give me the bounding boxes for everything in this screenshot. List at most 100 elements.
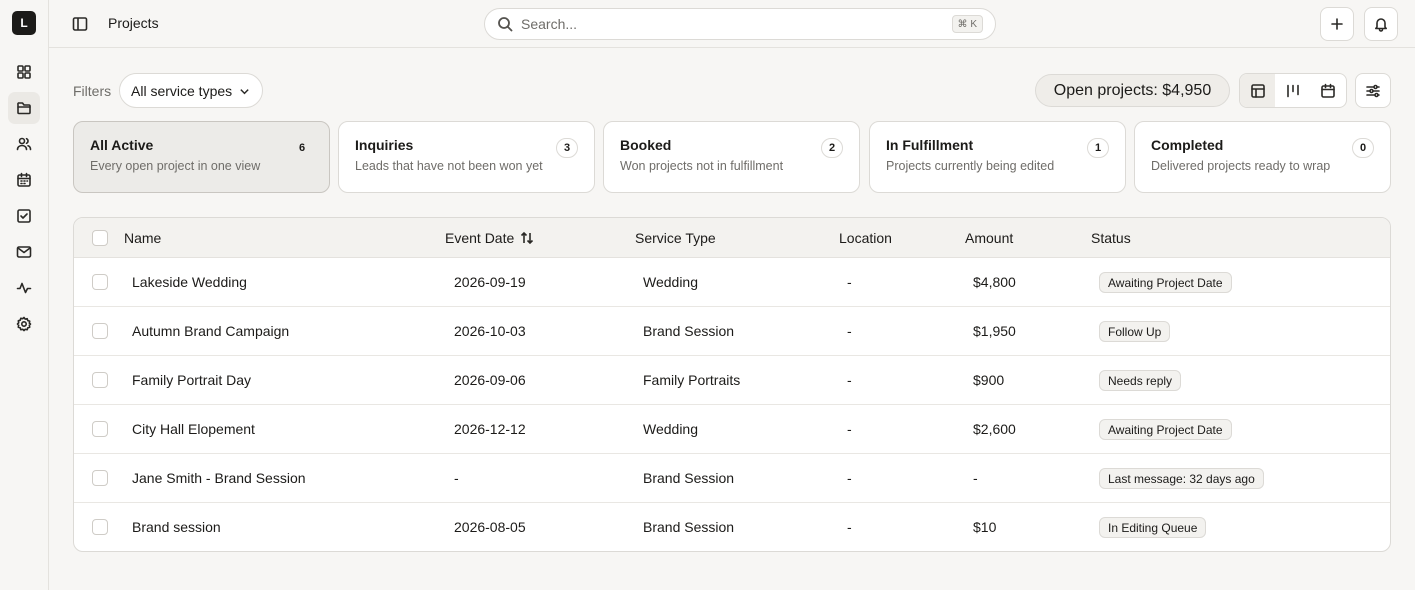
amount: $2,600 bbox=[973, 421, 1016, 437]
stage-count-badge: 3 bbox=[556, 138, 578, 158]
nav-contacts[interactable] bbox=[8, 128, 40, 160]
row-checkbox[interactable] bbox=[92, 323, 108, 339]
stage-description: Delivered projects ready to wrap bbox=[1151, 159, 1331, 173]
status-badge: Last message: 32 days ago bbox=[1099, 468, 1264, 489]
location: - bbox=[847, 470, 852, 486]
project-name[interactable]: Lakeside Wedding bbox=[132, 274, 247, 290]
table-row[interactable]: City Hall Elopement 2026-12-12 Wedding -… bbox=[74, 405, 1390, 454]
table-row[interactable]: Jane Smith - Brand Session - Brand Sessi… bbox=[74, 454, 1390, 503]
event-date: 2026-10-03 bbox=[454, 323, 526, 339]
row-checkbox[interactable] bbox=[92, 470, 108, 486]
project-name[interactable]: Family Portrait Day bbox=[132, 372, 251, 388]
location: - bbox=[847, 274, 852, 290]
nav-projects[interactable] bbox=[8, 92, 40, 124]
event-date: - bbox=[454, 470, 459, 486]
status-badge: Awaiting Project Date bbox=[1099, 272, 1232, 293]
nav-activity[interactable] bbox=[8, 272, 40, 304]
table-row[interactable]: Autumn Brand Campaign 2026-10-03 Brand S… bbox=[74, 307, 1390, 356]
stage-description: Won projects not in fulfillment bbox=[620, 159, 784, 173]
status-badge: Needs reply bbox=[1099, 370, 1182, 391]
amount: $4,800 bbox=[973, 274, 1016, 290]
logo-letter: L bbox=[20, 16, 28, 30]
column-header-status[interactable]: Status bbox=[1091, 230, 1131, 246]
column-header-service-type[interactable]: Service Type bbox=[635, 230, 716, 246]
sort-icon[interactable] bbox=[520, 231, 534, 245]
stage-count-badge: 6 bbox=[298, 142, 306, 154]
stage-card-completed[interactable]: Completed Delivered projects ready to wr… bbox=[1134, 121, 1391, 193]
service-type-filter[interactable]: All service types bbox=[119, 73, 263, 108]
search-bar[interactable]: ⌘ K bbox=[484, 8, 996, 40]
column-header-name[interactable]: Name bbox=[124, 230, 161, 246]
table-row[interactable]: Family Portrait Day 2026-09-06 Family Po… bbox=[74, 356, 1390, 405]
event-date: 2026-09-06 bbox=[454, 372, 526, 388]
location: - bbox=[847, 421, 852, 437]
amount: - bbox=[973, 470, 978, 486]
project-name[interactable]: City Hall Elopement bbox=[132, 421, 255, 437]
board-view-button[interactable] bbox=[1275, 74, 1310, 107]
stage-card-booked[interactable]: Booked Won projects not in fulfillment 2 bbox=[603, 121, 860, 193]
search-icon bbox=[498, 17, 513, 32]
table-row[interactable]: Lakeside Wedding 2026-09-19 Wedding - $4… bbox=[74, 258, 1390, 307]
stage-count-badge: 2 bbox=[821, 138, 843, 158]
calendar-icon bbox=[17, 172, 31, 187]
location: - bbox=[847, 519, 852, 535]
search-shortcut-hint: ⌘ K bbox=[951, 15, 983, 33]
project-name[interactable]: Autumn Brand Campaign bbox=[132, 323, 289, 339]
stage-title: In Fulfillment bbox=[886, 137, 974, 153]
table-row[interactable]: Brand session 2026-08-05 Brand Session -… bbox=[74, 503, 1390, 551]
stage-card-in-fulfillment[interactable]: In Fulfillment Projects currently being … bbox=[869, 121, 1126, 193]
mail-icon bbox=[16, 246, 32, 258]
project-name[interactable]: Jane Smith - Brand Session bbox=[132, 470, 306, 486]
stage-title: Booked bbox=[620, 137, 672, 153]
top-bar: Projects ⌘ K bbox=[49, 0, 1415, 48]
stage-card-inquiries[interactable]: Inquiries Leads that have not been won y… bbox=[338, 121, 595, 193]
nav-inbox[interactable] bbox=[8, 236, 40, 268]
dashboard-grid-icon bbox=[17, 65, 31, 79]
service-type: Wedding bbox=[643, 421, 699, 437]
service-type: Brand Session bbox=[643, 470, 735, 486]
notifications-button[interactable] bbox=[1364, 7, 1398, 41]
search-input[interactable] bbox=[521, 16, 921, 32]
row-checkbox[interactable] bbox=[92, 421, 108, 437]
status-badge: In Editing Queue bbox=[1099, 517, 1207, 538]
stage-description: Leads that have not been won yet bbox=[355, 159, 543, 173]
stage-description: Projects currently being edited bbox=[886, 159, 1055, 173]
row-checkbox[interactable] bbox=[92, 274, 108, 290]
row-checkbox[interactable] bbox=[92, 519, 108, 535]
event-date: 2026-09-19 bbox=[454, 274, 526, 290]
column-header-location[interactable]: Location bbox=[839, 230, 892, 246]
row-checkbox[interactable] bbox=[92, 372, 108, 388]
column-header-event-date-label: Event Date bbox=[445, 230, 515, 246]
filters-label: Filters bbox=[73, 83, 112, 99]
workspace-logo[interactable]: L bbox=[12, 11, 36, 35]
stage-description: Every open project in one view bbox=[90, 159, 261, 173]
service-type: Brand Session bbox=[643, 323, 735, 339]
open-projects-total: Open projects: $4,950 bbox=[1035, 74, 1230, 107]
service-type-filter-value: All service types bbox=[131, 82, 233, 99]
column-header-event-date[interactable]: Event Date bbox=[445, 230, 534, 246]
gear-icon bbox=[16, 316, 32, 332]
event-date: 2026-08-05 bbox=[454, 519, 526, 535]
nav-settings[interactable] bbox=[8, 308, 40, 340]
table-view-button[interactable] bbox=[1240, 74, 1276, 107]
create-new-button[interactable] bbox=[1320, 7, 1354, 41]
plus-icon bbox=[1331, 18, 1343, 30]
nav-tasks[interactable] bbox=[8, 200, 40, 232]
nav-calendar[interactable] bbox=[8, 164, 40, 196]
calendar-view-button[interactable] bbox=[1311, 74, 1346, 107]
sidebar-toggle-button[interactable] bbox=[69, 14, 91, 34]
amount: $900 bbox=[973, 372, 1005, 388]
sliders-icon bbox=[1366, 84, 1380, 97]
status-badge: Awaiting Project Date bbox=[1099, 419, 1232, 440]
project-name[interactable]: Brand session bbox=[132, 519, 221, 535]
checkbox-icon bbox=[17, 209, 31, 223]
column-header-amount[interactable]: Amount bbox=[965, 230, 1013, 246]
view-switcher bbox=[1239, 73, 1347, 108]
table-icon bbox=[1250, 83, 1265, 98]
stage-count-badge: 1 bbox=[1087, 138, 1109, 158]
view-settings-button[interactable] bbox=[1355, 73, 1391, 108]
select-all-checkbox[interactable] bbox=[92, 230, 108, 246]
sidebar-panel-icon bbox=[72, 17, 88, 31]
nav-dashboard[interactable] bbox=[8, 56, 40, 88]
stage-card-all-active[interactable]: All Active Every open project in one vie… bbox=[73, 121, 330, 193]
